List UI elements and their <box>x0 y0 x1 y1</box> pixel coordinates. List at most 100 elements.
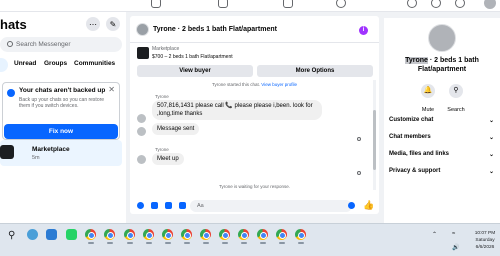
conversation-time: 5m <box>32 155 40 161</box>
chrome-icon[interactable] <box>219 229 230 240</box>
search-icon <box>7 41 13 47</box>
filter-communities-tab[interactable]: Communities <box>74 60 115 67</box>
sender-avatar[interactable] <box>137 155 146 164</box>
more-options-button[interactable]: ⋯ <box>86 17 100 31</box>
message-composer: Aa 👍 <box>130 199 379 214</box>
search-button[interactable]: ⚲ Search <box>441 84 471 116</box>
fix-now-button[interactable]: Fix now <box>4 124 118 139</box>
filter-all-tab[interactable] <box>0 58 8 72</box>
running-indicator <box>165 242 171 244</box>
chrome-icon[interactable] <box>162 229 173 240</box>
seen-indicator-icon <box>357 137 361 141</box>
chrome-icon[interactable] <box>85 229 96 240</box>
video-icon[interactable] <box>218 0 228 8</box>
chrome-icon[interactable] <box>143 229 154 240</box>
message-sender: Tyrone <box>155 147 169 152</box>
message-bubble[interactable]: 507,816,1431 please call 📞 please please… <box>152 100 322 120</box>
message-bubble[interactable]: Meet up <box>152 153 184 165</box>
file-explorer-icon[interactable] <box>46 229 57 240</box>
info-icon[interactable]: i <box>359 26 368 35</box>
running-indicator <box>241 242 247 244</box>
gif-icon[interactable] <box>179 202 186 209</box>
chevron-down-icon: ⌄ <box>488 135 494 141</box>
photo-icon[interactable] <box>151 202 158 209</box>
running-indicator <box>127 242 133 244</box>
chevron-down-icon: ⌄ <box>488 152 494 158</box>
view-buyer-profile-link[interactable]: View buyer profile <box>261 82 297 87</box>
thumbs-up-icon[interactable]: 👍 <box>363 200 374 211</box>
chrome-icon[interactable] <box>104 229 115 240</box>
filter-unread-tab[interactable]: Unread <box>14 60 36 67</box>
messenger-icon[interactable] <box>431 0 441 8</box>
sticker-icon[interactable] <box>165 202 172 209</box>
chrome-icon[interactable] <box>295 229 306 240</box>
sender-avatar[interactable] <box>137 114 146 123</box>
volume-icon[interactable]: 🔊 <box>452 244 459 251</box>
chat-members-section[interactable]: Chat members ⌄ <box>389 134 496 141</box>
search-icon: ⚲ <box>449 84 463 98</box>
new-message-button[interactable]: ✎ <box>106 17 120 31</box>
chrome-icon[interactable] <box>238 229 249 240</box>
menu-icon[interactable] <box>407 0 417 8</box>
chats-title: hats <box>0 17 27 32</box>
message-input[interactable]: Aa <box>190 200 352 212</box>
chrome-icon[interactable] <box>181 229 192 240</box>
profile-avatar[interactable] <box>483 0 497 10</box>
chrome-icon[interactable] <box>257 229 268 240</box>
search-messenger-input[interactable]: Search Messenger <box>0 37 122 52</box>
chrome-icon[interactable] <box>124 229 135 240</box>
chat-started-notice: Tyrone started this chat. View buyer pro… <box>212 82 297 87</box>
listing-price[interactable]: $700 – 2 beds 1 bath Flat/apartment <box>152 54 233 60</box>
emoji-icon[interactable] <box>348 202 355 209</box>
chrome-icon[interactable] <box>276 229 287 240</box>
running-indicator <box>260 242 266 244</box>
contact-title: Tyrone · 2 beds 1 bath Flat/apartment <box>405 57 479 73</box>
sender-avatar[interactable] <box>137 127 146 136</box>
whatsapp-icon[interactable] <box>66 229 77 240</box>
running-indicator <box>279 242 285 244</box>
close-icon[interactable]: ✕ <box>108 85 115 94</box>
microphone-icon[interactable] <box>137 202 144 209</box>
backup-banner: Your chats aren't backed up Back up your… <box>2 82 120 140</box>
bell-icon: 🔔 <box>421 84 435 98</box>
running-indicator <box>298 242 304 244</box>
chat-title[interactable]: Tyrone · 2 beds 1 bath Flat/apartment <box>153 26 277 33</box>
backup-description: Back up your chats so you can restore th… <box>19 97 105 109</box>
marketplace-icon[interactable] <box>283 0 293 8</box>
chat-header: Tyrone · 2 beds 1 bath Flat/apartment i <box>130 16 379 43</box>
contact-avatar[interactable] <box>428 24 456 52</box>
home-icon[interactable] <box>151 0 161 8</box>
edge-icon[interactable] <box>27 229 38 240</box>
mute-button[interactable]: 🔔 Mute <box>413 84 443 116</box>
chat-avatar[interactable] <box>136 23 149 36</box>
listing-thumbnail <box>137 47 149 59</box>
running-indicator <box>184 242 190 244</box>
filter-groups-tab[interactable]: Groups <box>44 60 67 67</box>
running-indicator <box>146 242 152 244</box>
message-sender: Tyrone <box>155 94 169 99</box>
windows-taskbar: ⚲ ⌃ ≈ 🔊 10:07 PM Saturday 6/6/2026 <box>0 223 500 256</box>
message-bubble[interactable]: Message sent <box>152 123 200 135</box>
chat-scrollbar[interactable] <box>373 80 376 190</box>
notifications-icon[interactable] <box>455 0 465 8</box>
running-indicator <box>88 242 94 244</box>
customize-chat-section[interactable]: Customize chat ⌄ <box>389 117 496 124</box>
conversation-name: Marketplace <box>32 146 70 153</box>
view-buyer-button[interactable]: View buyer <box>137 65 253 77</box>
more-options-button[interactable]: More Options <box>257 65 373 77</box>
conversation-list-item[interactable]: Marketplace 5m <box>0 140 122 166</box>
chat-window: Tyrone · 2 beds 1 bath Flat/apartment i … <box>130 16 379 214</box>
running-indicator <box>222 242 228 244</box>
chat-details-panel: Tyrone · 2 beds 1 bath Flat/apartment 🔔 … <box>384 18 500 228</box>
chrome-icon[interactable] <box>200 229 211 240</box>
chevron-up-icon[interactable]: ⌃ <box>432 231 437 238</box>
wifi-icon[interactable]: ≈ <box>452 231 455 237</box>
privacy-support-section[interactable]: Privacy & support ⌄ <box>389 168 496 175</box>
search-icon[interactable]: ⚲ <box>8 230 15 241</box>
chat-list-panel: hats ⋯ ✎ Search Messenger Unread Groups … <box>0 12 126 230</box>
scrollbar-thumb[interactable] <box>373 110 376 170</box>
marketplace-listing-card: Marketplace $700 – 2 beds 1 bath Flat/ap… <box>134 44 374 80</box>
media-files-links-section[interactable]: Media, files and links ⌄ <box>389 151 496 158</box>
groups-icon[interactable] <box>336 0 346 8</box>
system-clock[interactable]: 10:07 PM Saturday 6/6/2026 <box>470 230 500 251</box>
